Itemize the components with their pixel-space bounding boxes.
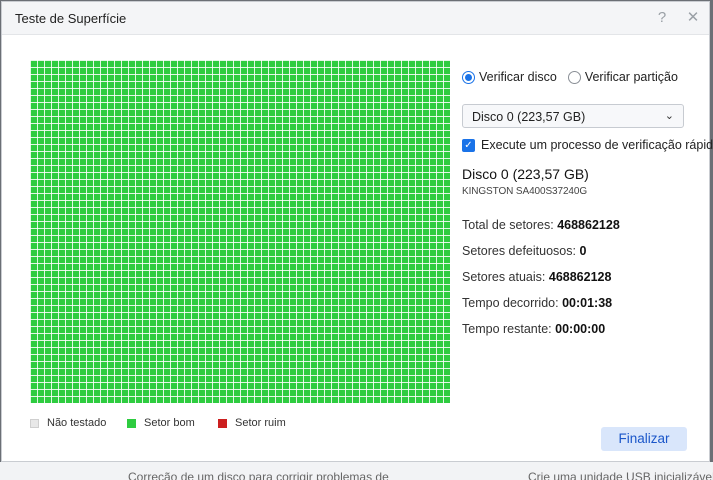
stat-total-label: Total de setores: bbox=[462, 218, 554, 232]
radio-verify-partition[interactable]: Verificar partição bbox=[567, 70, 678, 84]
legend-good: Setor bom bbox=[127, 417, 195, 429]
disk-name: Disco 0 (223,57 GB) bbox=[462, 166, 589, 182]
close-icon[interactable]: ✕ bbox=[683, 8, 703, 28]
legend-bad: Setor ruim bbox=[218, 417, 286, 429]
stat-bad-value: 0 bbox=[579, 244, 587, 258]
radio-button-partition[interactable] bbox=[567, 70, 581, 84]
stat-remaining-value: 00:00:00 bbox=[555, 322, 606, 336]
sector-map-progress bbox=[30, 60, 450, 403]
sector-map bbox=[30, 60, 450, 403]
question-icon[interactable]: ? bbox=[652, 8, 672, 28]
legend-untested: Não testado bbox=[30, 417, 106, 429]
stat-bad-label: Setores defeituosos: bbox=[462, 244, 576, 258]
stat-current-sectors: Setores atuais: 468862128 bbox=[462, 270, 611, 284]
scan-mode-group: Verificar disco Verificar partição bbox=[462, 68, 702, 86]
stat-remaining-time: Tempo restante: 00:00:00 bbox=[462, 322, 605, 336]
stat-bad-sectors: Setores defeituosos: 0 bbox=[462, 244, 586, 258]
legend-good-label: Setor bom bbox=[144, 417, 195, 429]
stat-elapsed-value: 00:01:38 bbox=[562, 296, 613, 310]
stat-current-label: Setores atuais: bbox=[462, 270, 546, 284]
surface-test-dialog: Teste de Superfície ? ✕ Não testado Seto… bbox=[1, 1, 713, 462]
disk-model: KINGSTON SA400S37240G bbox=[462, 186, 588, 197]
stat-elapsed-label: Tempo decorrido: bbox=[462, 296, 559, 310]
stat-remaining-label: Tempo restante: bbox=[462, 322, 552, 336]
legend-untested-label: Não testado bbox=[47, 417, 107, 429]
legend-bad-swatch bbox=[218, 418, 227, 428]
radio-verify-disk-label: Verificar disco bbox=[479, 70, 557, 84]
radio-button-disk[interactable] bbox=[462, 70, 475, 84]
legend-bad-label: Setor ruim bbox=[235, 417, 286, 429]
stat-total-sectors: Total de setores: 468862128 bbox=[462, 218, 620, 232]
quick-check-option[interactable]: ✓ Execute um processo de verificação ráp… bbox=[462, 138, 713, 152]
quick-check-label: Execute um processo de verificação rápid… bbox=[481, 138, 713, 152]
dialog-title: Teste de Superfície bbox=[15, 11, 127, 26]
quick-check-checkbox[interactable]: ✓ bbox=[462, 138, 475, 152]
background-text-right: Crie uma unidade USB inicializável bbox=[528, 470, 713, 480]
finish-button[interactable]: Finalizar bbox=[601, 427, 687, 451]
stat-current-value: 468862128 bbox=[548, 270, 612, 284]
disk-select-value: Disco 0 (223,57 GB) bbox=[472, 110, 586, 124]
radio-verify-partition-label: Verificar partição bbox=[584, 70, 678, 84]
options-panel: Verificar disco Verificar partição Disco… bbox=[462, 68, 713, 336]
legend-untested-swatch bbox=[30, 418, 39, 428]
chevron-down-icon: ⌄ bbox=[664, 110, 674, 122]
disk-select[interactable]: Disco 0 (223,57 GB) ⌄ bbox=[462, 104, 684, 128]
title-bar: Teste de Superfície ? ✕ bbox=[2, 2, 709, 35]
stat-elapsed-time: Tempo decorrido: 00:01:38 bbox=[462, 296, 612, 310]
stat-total-value: 468862128 bbox=[557, 218, 620, 232]
radio-verify-disk[interactable]: Verificar disco bbox=[462, 70, 557, 84]
background-text-left: Correção de um disco para corrigir probl… bbox=[128, 470, 389, 480]
legend-good-swatch bbox=[127, 418, 136, 428]
